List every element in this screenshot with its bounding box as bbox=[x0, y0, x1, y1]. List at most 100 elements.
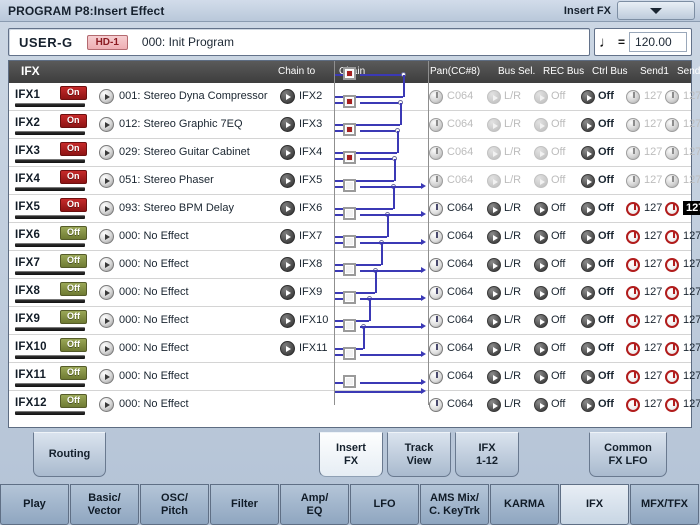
bus-sel-arrow-icon[interactable] bbox=[487, 258, 501, 272]
send1-knob[interactable] bbox=[626, 398, 640, 412]
ifx-power-toggle[interactable]: On bbox=[60, 114, 87, 128]
table-row[interactable]: IFX1On001: Stereo Dyna CompressorIFX2C06… bbox=[9, 83, 691, 111]
ifx-power-toggle[interactable]: On bbox=[60, 170, 87, 184]
chain-to-label[interactable]: IFX9 bbox=[299, 286, 322, 298]
chain-to-arrow-icon[interactable] bbox=[280, 201, 295, 216]
effect-name-label[interactable]: 000: No Effect bbox=[119, 342, 189, 354]
ctrl-bus-value[interactable]: Off bbox=[598, 398, 614, 410]
send1-value[interactable]: 127 bbox=[644, 90, 662, 102]
send2-value[interactable]: 127 bbox=[683, 201, 700, 215]
pan-value[interactable]: C064 bbox=[447, 174, 473, 186]
send1-value[interactable]: 127 bbox=[644, 314, 662, 326]
chain-to-label[interactable]: IFX10 bbox=[299, 314, 328, 326]
pan-knob[interactable] bbox=[429, 258, 443, 272]
rec-bus-value[interactable]: Off bbox=[551, 230, 565, 242]
pan-knob[interactable] bbox=[429, 230, 443, 244]
ctrl-bus-arrow-icon[interactable] bbox=[581, 398, 595, 412]
chain-to-label[interactable]: IFX2 bbox=[299, 90, 322, 102]
pan-value[interactable]: C064 bbox=[447, 398, 473, 410]
pan-knob[interactable] bbox=[429, 202, 443, 216]
ctrl-bus-arrow-icon[interactable] bbox=[581, 286, 595, 300]
send2-knob[interactable] bbox=[665, 146, 679, 160]
bus-sel-arrow-icon[interactable] bbox=[487, 202, 501, 216]
pan-knob[interactable] bbox=[429, 398, 443, 412]
send1-value[interactable]: 127 bbox=[644, 118, 662, 130]
pan-value[interactable]: C064 bbox=[447, 230, 473, 242]
pan-value[interactable]: C064 bbox=[447, 146, 473, 158]
chain-to-label[interactable]: IFX5 bbox=[299, 174, 322, 186]
rec-bus-arrow-icon[interactable] bbox=[534, 286, 548, 300]
ctrl-bus-arrow-icon[interactable] bbox=[581, 314, 595, 328]
effect-name-label[interactable]: 012: Stereo Graphic 7EQ bbox=[119, 118, 243, 130]
send1-value[interactable]: 127 bbox=[644, 146, 662, 158]
pan-value[interactable]: C064 bbox=[447, 118, 473, 130]
chain-to-arrow-icon[interactable] bbox=[280, 145, 295, 160]
rec-bus-arrow-icon[interactable] bbox=[534, 370, 548, 384]
bus-sel-value[interactable]: L/R bbox=[504, 174, 521, 186]
send2-value[interactable]: 127 bbox=[683, 286, 700, 298]
bus-sel-arrow-icon[interactable] bbox=[487, 370, 501, 384]
effect-select-arrow-icon[interactable] bbox=[99, 341, 114, 356]
rec-bus-arrow-icon[interactable] bbox=[534, 174, 548, 188]
rec-bus-arrow-icon[interactable] bbox=[534, 90, 548, 104]
bus-sel-arrow-icon[interactable] bbox=[487, 90, 501, 104]
bus-sel-value[interactable]: L/R bbox=[504, 258, 521, 270]
rec-bus-value[interactable]: Off bbox=[551, 174, 565, 186]
ctrl-bus-arrow-icon[interactable] bbox=[581, 118, 595, 132]
rec-bus-value[interactable]: Off bbox=[551, 118, 565, 130]
send2-knob[interactable] bbox=[665, 314, 679, 328]
send1-knob[interactable] bbox=[626, 370, 640, 384]
chain-to-label[interactable]: IFX4 bbox=[299, 146, 322, 158]
chain-to-arrow-icon[interactable] bbox=[280, 229, 295, 244]
rec-bus-value[interactable]: Off bbox=[551, 90, 565, 102]
pan-knob[interactable] bbox=[429, 370, 443, 384]
table-row[interactable]: IFX8Off000: No EffectIFX9C064L/ROffOff12… bbox=[9, 279, 691, 307]
bus-sel-arrow-icon[interactable] bbox=[487, 342, 501, 356]
ctrl-bus-arrow-icon[interactable] bbox=[581, 342, 595, 356]
bus-sel-value[interactable]: L/R bbox=[504, 342, 521, 354]
ifx-power-toggle[interactable]: Off bbox=[60, 226, 87, 240]
ctrl-bus-value[interactable]: Off bbox=[598, 286, 614, 298]
bus-sel-arrow-icon[interactable] bbox=[487, 314, 501, 328]
table-row[interactable]: IFX7Off000: No EffectIFX8C064L/ROffOff12… bbox=[9, 251, 691, 279]
sub-tab-ifx[interactable]: IFX1-12 bbox=[455, 432, 519, 477]
effect-select-arrow-icon[interactable] bbox=[99, 397, 114, 412]
effect-name-label[interactable]: 051: Stereo Phaser bbox=[119, 174, 214, 186]
effect-name-label[interactable]: 000: No Effect bbox=[119, 398, 189, 410]
rec-bus-value[interactable]: Off bbox=[551, 146, 565, 158]
chain-to-arrow-icon[interactable] bbox=[280, 285, 295, 300]
main-tab-osc-[interactable]: OSC/Pitch bbox=[140, 484, 209, 525]
ctrl-bus-arrow-icon[interactable] bbox=[581, 146, 595, 160]
send2-knob[interactable] bbox=[665, 398, 679, 412]
send2-value[interactable]: 127 bbox=[683, 230, 700, 242]
chain-to-arrow-icon[interactable] bbox=[280, 173, 295, 188]
send2-knob[interactable] bbox=[665, 230, 679, 244]
send2-value[interactable]: 127 bbox=[683, 258, 700, 270]
rec-bus-arrow-icon[interactable] bbox=[534, 118, 548, 132]
effect-name-label[interactable]: 093: Stereo BPM Delay bbox=[119, 202, 234, 214]
send2-value[interactable]: 127 bbox=[683, 314, 700, 326]
pan-value[interactable]: C064 bbox=[447, 202, 473, 214]
ctrl-bus-arrow-icon[interactable] bbox=[581, 370, 595, 384]
sub-tab-insert[interactable]: InsertFX bbox=[319, 432, 383, 477]
main-tab-play[interactable]: Play bbox=[0, 484, 69, 525]
ifx-power-toggle[interactable]: On bbox=[60, 142, 87, 156]
send2-value[interactable]: 127 bbox=[683, 174, 700, 186]
send1-value[interactable]: 127 bbox=[644, 398, 662, 410]
table-row[interactable]: IFX12Off000: No EffectC064L/ROffOff12712… bbox=[9, 391, 691, 419]
ifx-power-toggle[interactable]: Off bbox=[60, 338, 87, 352]
send1-knob[interactable] bbox=[626, 230, 640, 244]
chain-to-label[interactable]: IFX7 bbox=[299, 230, 322, 242]
sub-tab-routing[interactable]: Routing bbox=[33, 432, 106, 477]
rec-bus-arrow-icon[interactable] bbox=[534, 342, 548, 356]
rec-bus-value[interactable]: Off bbox=[551, 286, 565, 298]
main-tab-filter[interactable]: Filter bbox=[210, 484, 279, 525]
send2-knob[interactable] bbox=[665, 174, 679, 188]
sub-tab-track[interactable]: TrackView bbox=[387, 432, 451, 477]
ctrl-bus-arrow-icon[interactable] bbox=[581, 90, 595, 104]
send1-value[interactable]: 127 bbox=[644, 370, 662, 382]
ifx-power-toggle[interactable]: Off bbox=[60, 254, 87, 268]
send1-knob[interactable] bbox=[626, 342, 640, 356]
send1-knob[interactable] bbox=[626, 146, 640, 160]
send1-value[interactable]: 127 bbox=[644, 286, 662, 298]
